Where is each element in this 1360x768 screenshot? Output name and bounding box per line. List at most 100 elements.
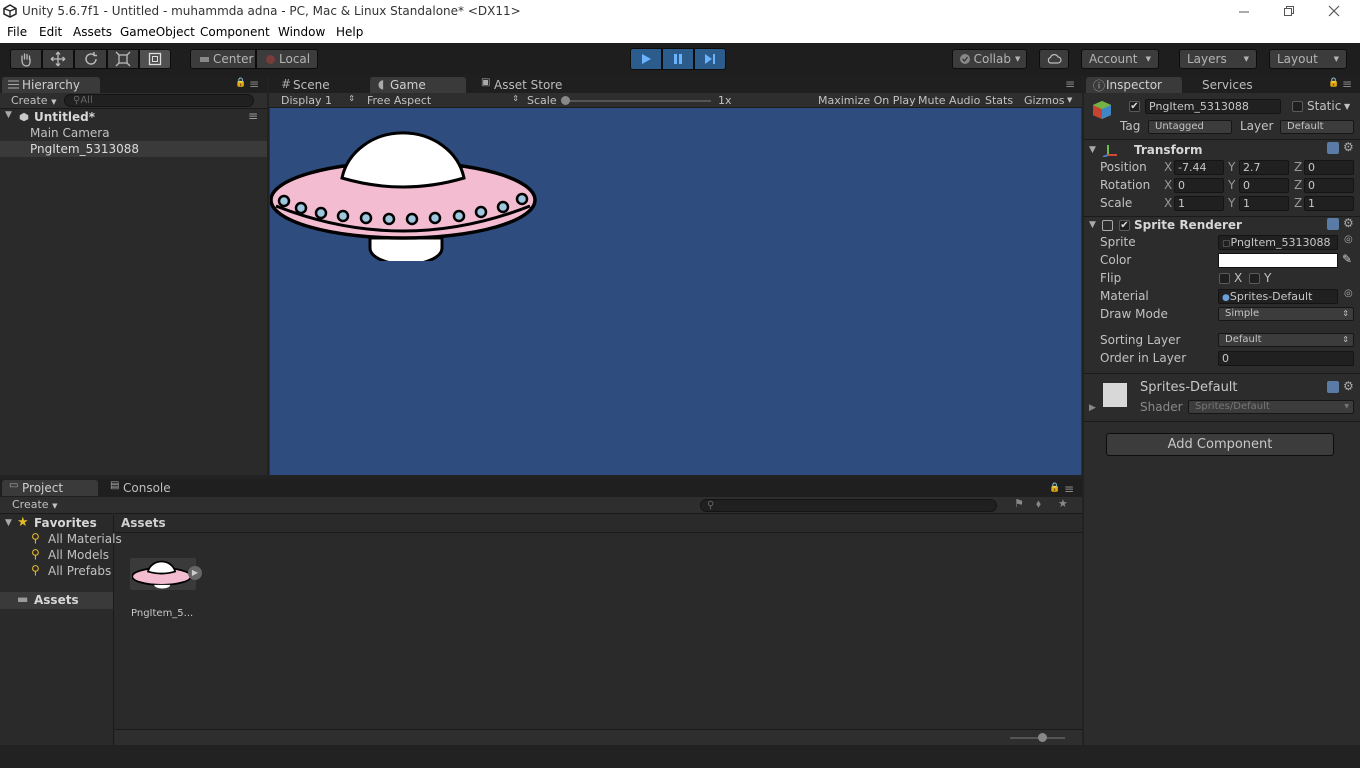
- triangle-down-icon[interactable]: ▼: [1089, 220, 1096, 230]
- position-z-field[interactable]: 0: [1304, 160, 1354, 175]
- order-in-layer-field[interactable]: 0: [1218, 351, 1354, 366]
- lock-icon[interactable]: 🔒: [235, 78, 246, 88]
- gear-icon[interactable]: ⚙: [1343, 379, 1354, 393]
- tab-scene[interactable]: # Scene: [273, 77, 363, 93]
- collab-dropdown[interactable]: Collab ▼: [952, 49, 1027, 69]
- position-x-field[interactable]: -7.44: [1174, 160, 1224, 175]
- panel-menu-icon[interactable]: ≡: [249, 77, 259, 91]
- transform-title[interactable]: Transform: [1134, 143, 1202, 157]
- cloud-button[interactable]: [1039, 49, 1069, 69]
- menu-edit[interactable]: Edit: [39, 25, 62, 39]
- hierarchy-create-dropdown[interactable]: Create ▼: [11, 94, 56, 107]
- pivot-center-toggle[interactable]: Center: [190, 49, 256, 69]
- pause-button[interactable]: [662, 48, 694, 70]
- pivot-local-toggle[interactable]: Local: [256, 49, 318, 69]
- rotation-x-field[interactable]: 0: [1174, 178, 1224, 193]
- assets-folder-row[interactable]: ▬ Assets: [0, 592, 113, 609]
- layer-dropdown[interactable]: Default: [1280, 120, 1354, 134]
- gear-icon[interactable]: ⚙: [1343, 140, 1354, 154]
- active-checkbox[interactable]: ✔: [1129, 101, 1140, 112]
- chevron-down-icon[interactable]: ▼: [1344, 102, 1350, 111]
- slider-thumb[interactable]: [561, 96, 570, 105]
- hierarchy-item[interactable]: Main Camera: [0, 125, 267, 141]
- zoom-slider[interactable]: [1010, 733, 1065, 742]
- assets-breadcrumb[interactable]: Assets: [121, 516, 166, 530]
- menu-assets[interactable]: Assets: [73, 25, 112, 39]
- game-viewport[interactable]: [270, 108, 1081, 475]
- object-name-field[interactable]: PngItem_5313088: [1145, 99, 1281, 114]
- tab-game[interactable]: ◖ Game: [370, 77, 466, 93]
- scene-menu-icon[interactable]: ≡: [248, 109, 258, 123]
- tab-services[interactable]: Services: [1188, 77, 1268, 93]
- maximize-button[interactable]: [1277, 0, 1301, 22]
- triangle-right-icon[interactable]: ▶: [1089, 403, 1096, 413]
- gizmos-dropdown[interactable]: Gizmos: [1024, 94, 1065, 107]
- static-checkbox[interactable]: [1292, 101, 1303, 112]
- panel-menu-icon[interactable]: ≡: [1065, 77, 1075, 91]
- account-dropdown[interactable]: Account ▼: [1081, 49, 1159, 69]
- draw-mode-dropdown[interactable]: Simple ⇕: [1218, 307, 1354, 321]
- sorting-layer-dropdown[interactable]: Default ⇕: [1218, 333, 1354, 347]
- lock-icon[interactable]: 🔒: [1328, 78, 1339, 88]
- tab-hierarchy[interactable]: Hierarchy: [2, 77, 100, 93]
- eyedropper-icon[interactable]: ✎: [1342, 252, 1352, 266]
- tab-project[interactable]: ▭ Project: [2, 480, 98, 496]
- aspect-dropdown[interactable]: Free Aspect ⇕: [367, 94, 519, 107]
- menu-help[interactable]: Help: [336, 25, 363, 39]
- project-create-dropdown[interactable]: Create ▼: [12, 498, 57, 511]
- menu-window[interactable]: Window: [278, 25, 325, 39]
- play-button[interactable]: [630, 48, 662, 70]
- slider-thumb[interactable]: [1038, 733, 1047, 742]
- tag-dropdown[interactable]: Untagged: [1148, 120, 1232, 134]
- expand-arrow-icon[interactable]: ▶: [188, 566, 202, 580]
- hierarchy-item-selected[interactable]: PngItem_5313088: [0, 141, 267, 157]
- help-book-icon[interactable]: [1327, 142, 1339, 154]
- scale-z-field[interactable]: 1: [1304, 196, 1354, 211]
- asset-item[interactable]: ▶ PngItem_5...: [128, 555, 208, 625]
- menu-gameobject[interactable]: GameObject: [120, 25, 195, 39]
- material-field[interactable]: ●Sprites-Default: [1218, 289, 1338, 304]
- menu-file[interactable]: File: [7, 25, 27, 39]
- mute-audio-toggle[interactable]: Mute Audio: [918, 94, 980, 107]
- stats-toggle[interactable]: Stats: [985, 94, 1013, 107]
- filter-by-type-icon[interactable]: ⚑: [1014, 497, 1024, 510]
- tab-console[interactable]: ▤ Console: [103, 480, 193, 496]
- step-button[interactable]: [694, 48, 726, 70]
- gear-icon[interactable]: ⚙: [1343, 216, 1354, 230]
- scale-x-field[interactable]: 1: [1174, 196, 1224, 211]
- hand-tool-button[interactable]: [10, 49, 42, 69]
- help-book-icon[interactable]: [1327, 218, 1339, 230]
- favorite-item[interactable]: All Models: [48, 548, 109, 562]
- sprite-field[interactable]: ▢PngItem_5313088: [1218, 235, 1338, 250]
- rotation-z-field[interactable]: 0: [1304, 178, 1354, 193]
- scale-y-field[interactable]: 1: [1239, 196, 1289, 211]
- triangle-down-icon[interactable]: ▼: [5, 518, 12, 528]
- position-y-field[interactable]: 2.7: [1239, 160, 1289, 175]
- shader-dropdown[interactable]: Sprites/Default ▼: [1188, 400, 1354, 414]
- favorite-star-icon[interactable]: ★: [1058, 497, 1068, 510]
- close-button[interactable]: [1322, 0, 1346, 22]
- triangle-down-icon[interactable]: ▼: [1089, 145, 1096, 155]
- scale-tool-button[interactable]: [107, 49, 139, 69]
- object-picker-icon[interactable]: ◎: [1344, 288, 1353, 299]
- favorite-item[interactable]: All Materials: [48, 532, 122, 546]
- panel-menu-icon[interactable]: ≡: [1064, 482, 1074, 496]
- tab-asset-store[interactable]: ▣ Asset Store: [474, 77, 584, 93]
- display-dropdown[interactable]: Display 1 ⇕: [281, 94, 355, 107]
- favorite-item[interactable]: All Prefabs: [48, 564, 111, 578]
- rotate-tool-button[interactable]: [74, 49, 107, 69]
- favorites-label[interactable]: Favorites: [34, 516, 97, 530]
- rect-tool-button[interactable]: [139, 49, 171, 69]
- minimize-button[interactable]: [1232, 0, 1256, 22]
- flip-x-checkbox[interactable]: [1219, 273, 1230, 284]
- panel-menu-icon[interactable]: ≡: [1342, 77, 1352, 91]
- layout-dropdown[interactable]: Layout ▼: [1269, 49, 1347, 69]
- color-swatch[interactable]: [1218, 253, 1338, 268]
- add-component-button[interactable]: Add Component: [1106, 433, 1334, 456]
- scale-slider[interactable]: [561, 96, 711, 105]
- move-tool-button[interactable]: [42, 49, 74, 69]
- object-picker-icon[interactable]: ◎: [1344, 234, 1353, 245]
- lock-icon[interactable]: 🔒: [1049, 483, 1060, 493]
- flip-y-checkbox[interactable]: [1249, 273, 1260, 284]
- menu-component[interactable]: Component: [200, 25, 270, 39]
